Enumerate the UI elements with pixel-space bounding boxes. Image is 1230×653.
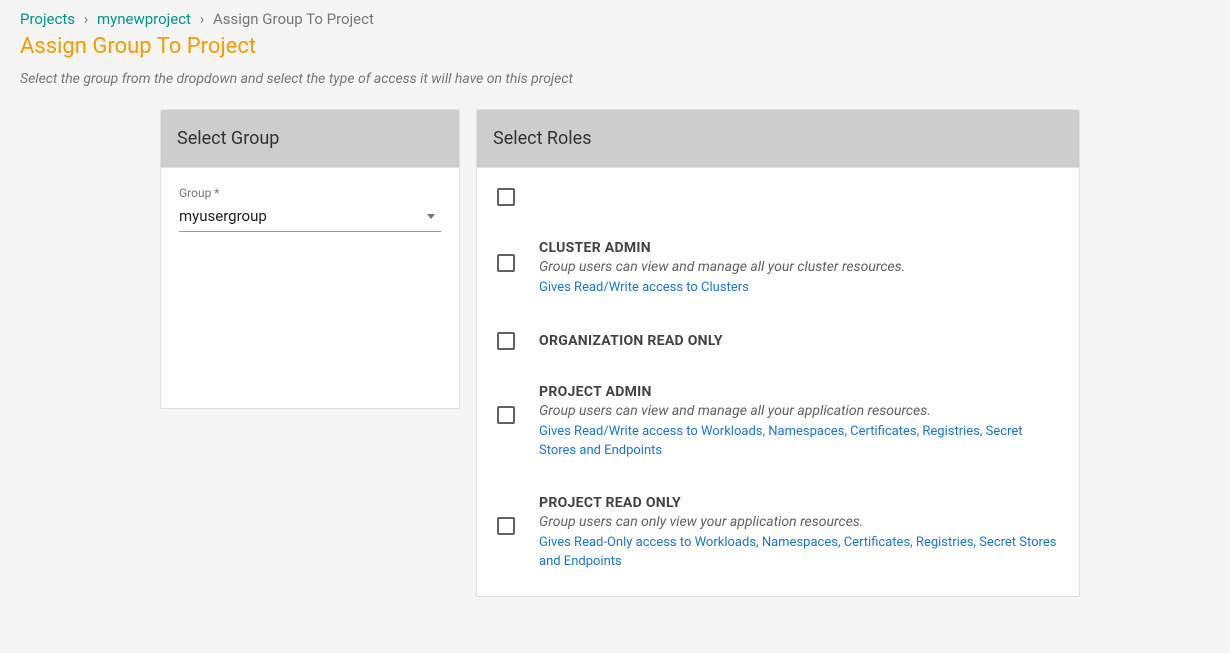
- group-panel-header: Select Group: [161, 110, 459, 168]
- role-row: PROJECT ADMIN Group users can view and m…: [497, 384, 1059, 461]
- role-text: PROJECT ADMIN Group users can view and m…: [539, 384, 1059, 461]
- role-text: PROJECT READ ONLY Group users can only v…: [539, 495, 1059, 572]
- breadcrumb-current: Assign Group To Project: [213, 10, 374, 28]
- select-roles-panel: Select Roles CLUSTER ADMIN Group users c…: [476, 109, 1080, 597]
- breadcrumb-projects-link[interactable]: Projects: [20, 10, 75, 28]
- role-name: PROJECT ADMIN: [539, 384, 1059, 400]
- role-checkbox-project-readonly[interactable]: [497, 517, 515, 535]
- group-field-label: Group *: [179, 186, 441, 200]
- breadcrumb-project-link[interactable]: mynewproject: [97, 10, 191, 28]
- role-name: ORGANIZATION READ ONLY: [539, 333, 1059, 349]
- role-desc: Group users can view and manage all your…: [539, 259, 1059, 275]
- page-subtitle: Select the group from the dropdown and s…: [20, 71, 1210, 87]
- role-row: PROJECT READ ONLY Group users can only v…: [497, 495, 1059, 572]
- role-access: Gives Read/Write access to Clusters: [539, 278, 1059, 298]
- role-access: Gives Read/Write access to Workloads, Na…: [539, 422, 1059, 461]
- group-selected-value: myusergroup: [179, 207, 267, 225]
- group-select-field[interactable]: myusergroup: [179, 203, 441, 232]
- breadcrumb: Projects › mynewproject › Assign Group T…: [20, 10, 1210, 28]
- select-group-panel: Select Group Group * myusergroup: [160, 109, 460, 409]
- role-text: ORGANIZATION READ ONLY: [539, 333, 1059, 349]
- roles-panel-body: CLUSTER ADMIN Group users can view and m…: [477, 168, 1079, 596]
- role-name: PROJECT READ ONLY: [539, 495, 1059, 511]
- role-row: [497, 188, 1059, 206]
- roles-panel-header: Select Roles: [477, 110, 1079, 168]
- role-desc: Group users can only view your applicati…: [539, 514, 1059, 530]
- role-row: CLUSTER ADMIN Group users can view and m…: [497, 240, 1059, 298]
- role-desc: Group users can view and manage all your…: [539, 403, 1059, 419]
- dropdown-caret-icon: [427, 214, 435, 219]
- role-row: ORGANIZATION READ ONLY: [497, 332, 1059, 350]
- role-checkbox-blank[interactable]: [497, 188, 515, 206]
- breadcrumb-sep: ›: [84, 10, 89, 28]
- group-panel-body: Group * myusergroup: [161, 168, 459, 250]
- breadcrumb-sep: ›: [200, 10, 205, 28]
- role-name: CLUSTER ADMIN: [539, 240, 1059, 256]
- page-title: Assign Group To Project: [20, 34, 1210, 59]
- role-text: CLUSTER ADMIN Group users can view and m…: [539, 240, 1059, 298]
- role-checkbox-org-readonly[interactable]: [497, 332, 515, 350]
- role-checkbox-project-admin[interactable]: [497, 406, 515, 424]
- role-checkbox-cluster-admin[interactable]: [497, 254, 515, 272]
- role-access: Gives Read-Only access to Workloads, Nam…: [539, 533, 1059, 572]
